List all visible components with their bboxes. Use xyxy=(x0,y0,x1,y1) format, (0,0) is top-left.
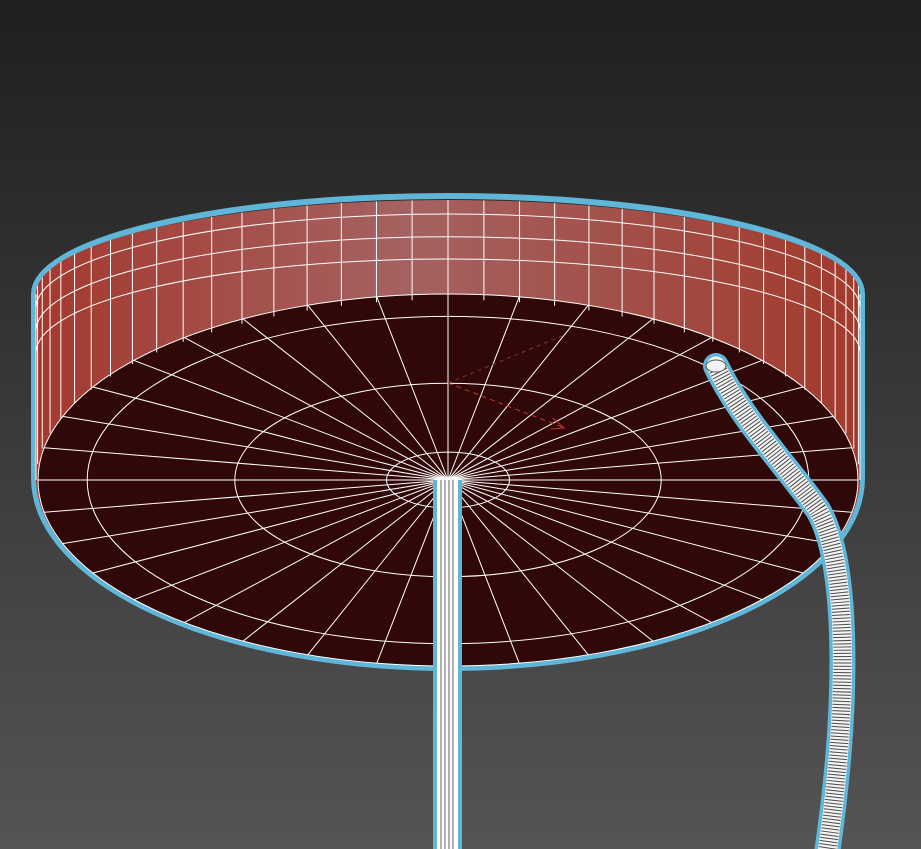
suspension-rod[interactable] xyxy=(433,480,462,849)
viewport-canvas[interactable] xyxy=(0,0,921,849)
rod-body xyxy=(437,480,458,849)
cable-end-cap xyxy=(705,359,727,373)
3d-viewport[interactable] xyxy=(0,0,921,849)
